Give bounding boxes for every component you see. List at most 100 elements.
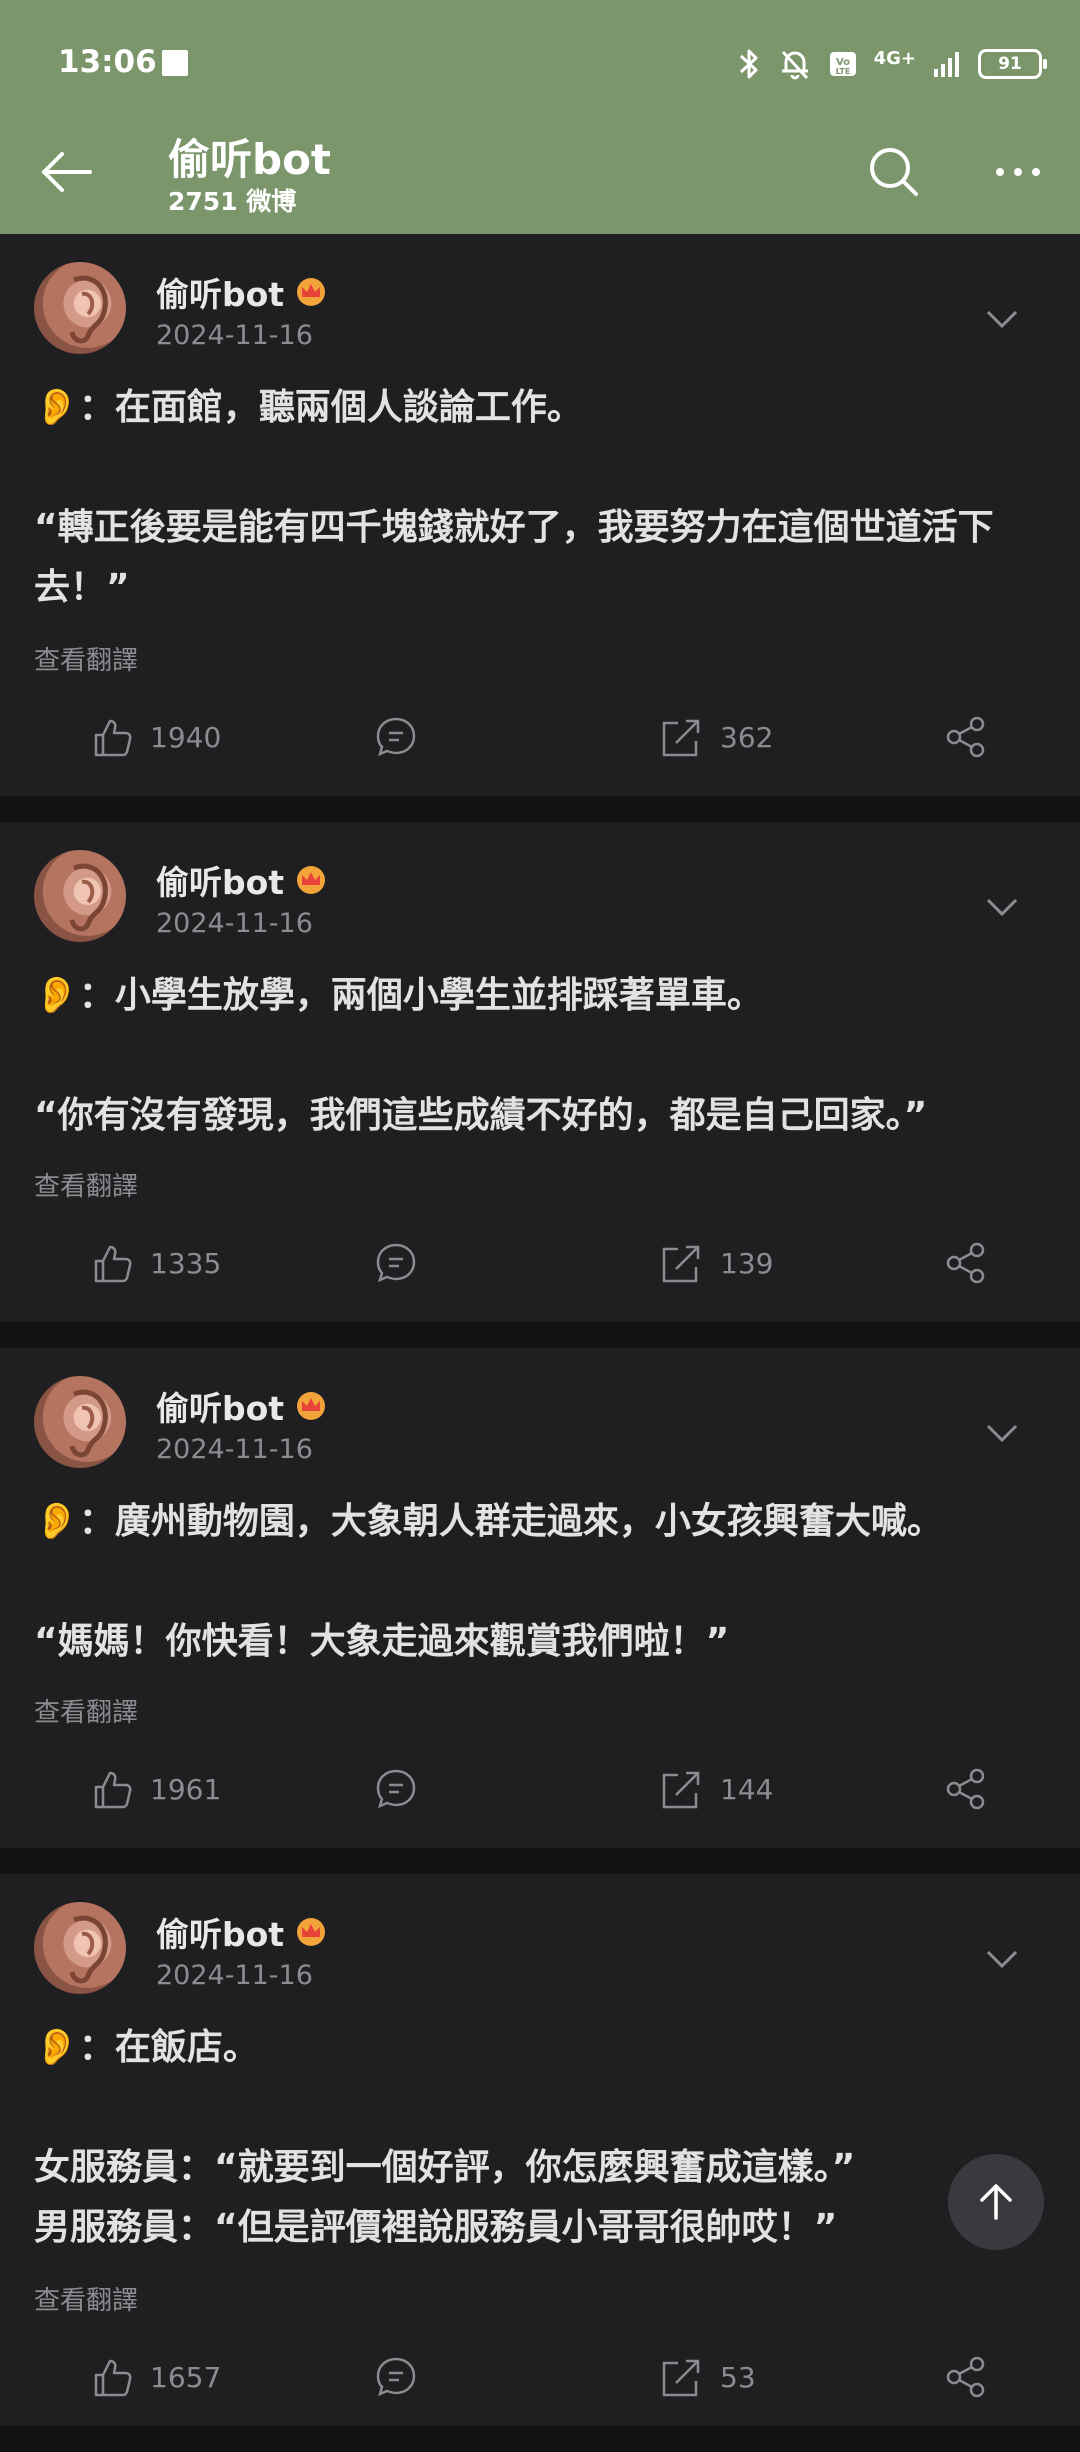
author-label: 偷听bot	[156, 863, 285, 902]
post-card[interactable]: 偷听bot 2024-11-16 👂：在飯店。 女服務員：“就要到一個好評，你怎…	[0, 1874, 1080, 2426]
comment-button[interactable]	[374, 1754, 418, 1824]
repost-button[interactable]: 362	[660, 702, 773, 772]
network-type: 4G+	[873, 48, 916, 69]
thumbs-up-icon	[94, 2359, 132, 2397]
share-button[interactable]	[944, 1228, 988, 1298]
post-card[interactable]: 偷听bot 2024-11-16 👂：小學生放學，兩個小學生並排踩著單車。 “你…	[0, 822, 1080, 1322]
comment-button[interactable]	[374, 2342, 418, 2412]
comment-icon	[376, 1243, 416, 1283]
post-actions: 1335 139	[0, 1228, 1080, 1298]
avatar[interactable]	[34, 1902, 126, 1994]
avatar[interactable]	[34, 262, 126, 354]
like-count: 1961	[150, 1772, 222, 1806]
share-button[interactable]	[944, 702, 988, 772]
chevron-down-icon[interactable]	[982, 1944, 1022, 1974]
like-count: 1657	[150, 2360, 222, 2394]
post-date: 2024-11-16	[156, 1434, 313, 1465]
post-date: 2024-11-16	[156, 1960, 313, 1991]
nav-bar: 偷听bot 2751 微博	[0, 120, 1080, 234]
repost-icon	[662, 1245, 700, 1283]
crown-icon	[297, 1918, 326, 1946]
post-text: 👂：廣州動物園，大象朝人群走過來，小女孩興奮大喊。 “媽媽！你快看！大象走過來觀…	[34, 1501, 943, 1662]
share-icon	[946, 1242, 985, 1284]
like-button[interactable]: 1335	[90, 1228, 221, 1298]
avatar[interactable]	[34, 850, 126, 942]
mute-bell-icon	[781, 50, 808, 80]
repost-count: 139	[720, 1246, 774, 1280]
svg-text:LTE: LTE	[835, 67, 850, 76]
comment-icon	[376, 717, 416, 757]
more-icon[interactable]	[988, 142, 1048, 202]
post-date: 2024-11-16	[156, 320, 313, 351]
comment-button[interactable]	[374, 702, 418, 772]
like-button[interactable]: 1940	[90, 702, 221, 772]
comment-icon	[376, 1769, 416, 1809]
thumbs-up-icon	[94, 719, 132, 757]
share-icon	[946, 2356, 985, 2398]
like-count: 1335	[150, 1246, 222, 1280]
author-name[interactable]: 偷听bot	[156, 1382, 328, 1430]
post-date: 2024-11-16	[156, 908, 313, 939]
like-button[interactable]: 1657	[90, 2342, 221, 2412]
share-icon	[946, 1768, 985, 1810]
crown-icon	[297, 1392, 326, 1420]
repost-count: 144	[720, 1772, 774, 1806]
repost-button[interactable]: 139	[660, 1228, 773, 1298]
repost-icon	[662, 719, 700, 757]
signal-icon	[934, 52, 959, 77]
translate-link[interactable]: 查看翻譯	[34, 1692, 138, 1729]
post-card[interactable]: 偷听bot 2024-11-16 👂：廣州動物園，大象朝人群走過來，小女孩興奮大…	[0, 1348, 1080, 1848]
author-label: 偷听bot	[156, 1389, 285, 1428]
chevron-down-icon[interactable]	[982, 1418, 1022, 1448]
translate-link[interactable]: 查看翻譯	[34, 1166, 138, 1203]
translate-link[interactable]: 查看翻譯	[34, 2280, 138, 2317]
bluetooth-icon	[739, 49, 758, 79]
battery-icon: 91	[978, 49, 1047, 79]
post-feed: 偷听bot 2024-11-16 👂：在面館，聽兩個人談論工作。 “轉正後要是能…	[0, 234, 1080, 2452]
back-arrow-icon[interactable]	[38, 144, 94, 200]
share-button[interactable]	[944, 2342, 988, 2412]
post-text: 👂：小學生放學，兩個小學生並排踩著單車。 “你有沒有發現，我們這些成績不好的，都…	[34, 975, 928, 1136]
like-count: 1940	[150, 720, 222, 754]
repost-icon	[662, 1771, 700, 1809]
post-text: 👂：在飯店。 女服務員：“就要到一個好評，你怎麼興奮成這樣。” 男服務員：“但是…	[34, 2027, 856, 2248]
crown-icon	[297, 278, 326, 306]
chevron-down-icon[interactable]	[982, 892, 1022, 922]
like-button[interactable]: 1961	[90, 1754, 221, 1824]
translate-link[interactable]: 查看翻譯	[34, 640, 138, 677]
avatar[interactable]	[34, 1376, 126, 1468]
comment-button[interactable]	[374, 1228, 418, 1298]
author-name[interactable]: 偷听bot	[156, 268, 328, 316]
author-label: 偷听bot	[156, 1915, 285, 1954]
battery-level: 91	[998, 54, 1022, 74]
post-text: 👂：在面館，聽兩個人談論工作。 “轉正後要是能有四千塊錢就好了，我要努力在這個世…	[34, 387, 994, 608]
repost-count: 362	[720, 720, 774, 754]
share-icon	[946, 716, 985, 758]
comment-icon	[376, 2357, 416, 2397]
search-icon[interactable]	[864, 142, 924, 202]
post-card[interactable]: 偷听bot 2024-11-16 👂：在面館，聽兩個人談論工作。 “轉正後要是能…	[0, 234, 1080, 796]
author-name[interactable]: 偷听bot	[156, 1908, 328, 1956]
post-count: 2751 微博	[168, 187, 297, 216]
crown-icon	[297, 866, 326, 894]
top-bar: 13:06 Vo LTE 4G+ 91 偷听bot 2751 微博	[0, 0, 1080, 234]
repost-count: 53	[720, 2360, 756, 2394]
status-bar: 13:06 Vo LTE 4G+ 91	[0, 0, 1080, 130]
thumbs-up-icon	[94, 1771, 132, 1809]
status-time: 13:06	[58, 44, 157, 80]
page-title: 偷听bot	[168, 135, 331, 184]
share-button[interactable]	[944, 1754, 988, 1824]
arrow-up-icon	[980, 2184, 1012, 2220]
post-actions: 1940 362	[0, 702, 1080, 772]
volte-icon: VoLTE	[829, 52, 856, 76]
repost-button[interactable]: 53	[660, 2342, 756, 2412]
author-name[interactable]: 偷听bot	[156, 856, 328, 904]
scroll-to-top-button[interactable]	[948, 2154, 1044, 2250]
author-label: 偷听bot	[156, 275, 285, 314]
thumbs-up-icon	[94, 1245, 132, 1283]
notification-icon	[162, 50, 188, 76]
repost-button[interactable]: 144	[660, 1754, 773, 1824]
chevron-down-icon[interactable]	[982, 304, 1022, 334]
status-icons: Vo LTE 4G+ 91	[736, 46, 1047, 82]
post-actions: 1657 53	[0, 2342, 1080, 2412]
